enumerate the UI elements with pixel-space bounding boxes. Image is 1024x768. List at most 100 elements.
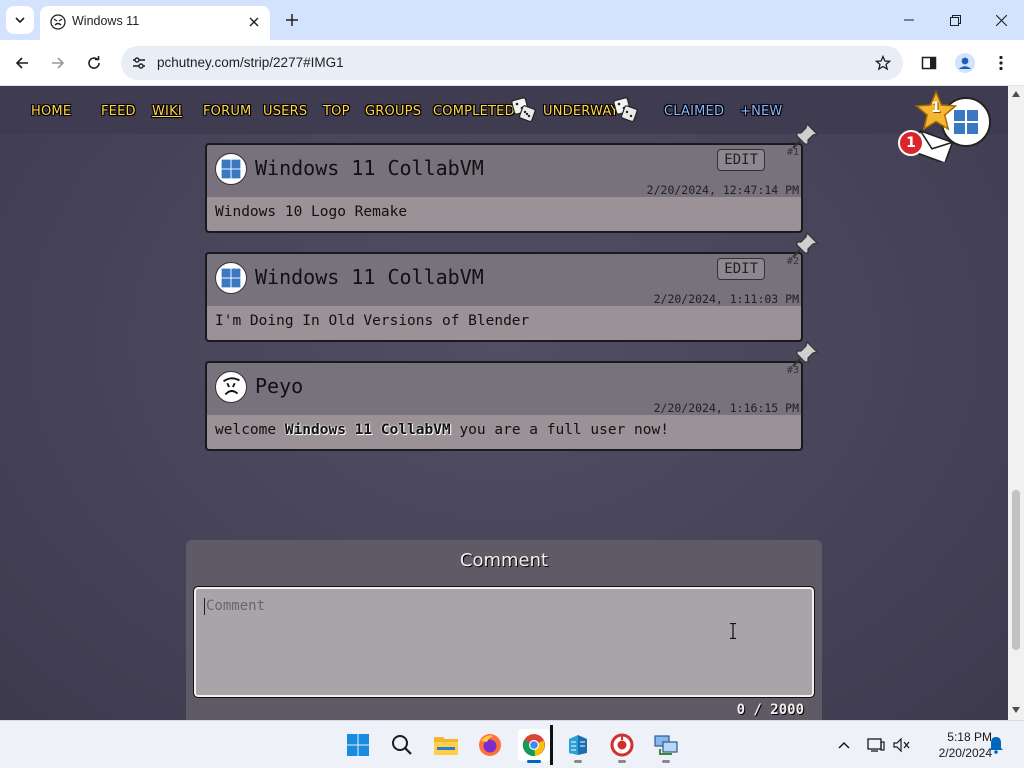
user-mention-link[interactable]: Windows 11 CollabVM	[285, 422, 451, 438]
character-count: 0 / 2000	[736, 702, 804, 718]
firefox-icon	[479, 734, 501, 756]
dice-icon	[511, 97, 536, 122]
taskbar-clock[interactable]: 5:18 PM 2/20/2024	[918, 729, 992, 761]
taskbar-firefox[interactable]	[474, 729, 506, 761]
clock-time: 5:18 PM	[947, 730, 992, 744]
restore-icon	[949, 14, 961, 26]
minimize-button[interactable]	[886, 0, 932, 40]
address-bar[interactable]: pchutney.com/strip/2277#IMG1	[121, 46, 903, 80]
comment-card: Windows 11 CollabVM EDIT #2 2/20/2024, 1…	[205, 252, 803, 342]
windows-logo-icon	[221, 159, 241, 179]
nav-underway[interactable]: UNDERWAY	[543, 104, 619, 119]
scrollbar-thumb[interactable]	[1012, 490, 1020, 650]
comment-card: Peyo #3 2/20/2024, 1:16:15 PM welcome Wi…	[205, 361, 803, 451]
comment-author[interactable]: Windows 11 CollabVM	[255, 156, 484, 180]
pin-icon[interactable]	[790, 121, 820, 151]
side-panel-button[interactable]	[915, 49, 943, 77]
site-favicon-icon	[50, 14, 66, 30]
tune-icon	[133, 57, 145, 69]
nav-claimed[interactable]: CLAIMED	[664, 104, 724, 119]
nav-top[interactable]: TOP	[323, 104, 350, 119]
plus-icon	[286, 14, 298, 26]
star-outline-icon	[875, 55, 891, 71]
forward-button[interactable]	[44, 49, 72, 77]
scroll-up-button[interactable]	[1012, 90, 1020, 98]
taskbar-app-blue[interactable]	[562, 729, 594, 763]
comment-body: Windows 10 Logo Remake	[207, 197, 801, 231]
back-button[interactable]	[8, 49, 36, 77]
search-icon	[392, 735, 412, 755]
tab-search-button[interactable]	[6, 6, 34, 34]
taskbar-app-red[interactable]	[606, 729, 638, 763]
user-badge-cluster[interactable]: 1 1	[896, 90, 996, 170]
nav-forum[interactable]: FORUM	[203, 104, 251, 119]
nav-users[interactable]: USERS	[263, 104, 307, 119]
browser-toolbar: pchutney.com/strip/2277#IMG1	[0, 40, 1024, 86]
author-avatar[interactable]	[215, 371, 247, 403]
profile-button[interactable]	[951, 49, 979, 77]
nav-completed[interactable]: COMPLETED	[433, 104, 515, 119]
notification-count: 1	[906, 135, 916, 151]
chevron-down-icon	[15, 17, 25, 24]
scroll-down-button[interactable]	[1012, 706, 1020, 714]
close-icon	[249, 17, 259, 27]
comment-author[interactable]: Peyo	[255, 374, 303, 398]
comment-author[interactable]: Windows 11 CollabVM	[255, 265, 484, 289]
bookmark-button[interactable]	[873, 53, 893, 73]
show-hidden-icons-button[interactable]	[834, 735, 854, 755]
tray-display-button[interactable]	[866, 735, 886, 755]
red-circle-app-icon	[610, 733, 634, 757]
taskbar-app-network[interactable]	[650, 729, 682, 763]
speaker-muted-icon	[893, 737, 910, 753]
comment-timestamp: 2/20/2024, 1:11:03 PM	[653, 292, 799, 306]
comment-body-suffix: you are a full user now!	[450, 422, 669, 438]
peyo-avatar-icon	[222, 377, 240, 396]
edit-button[interactable]: EDIT	[717, 258, 765, 280]
taskbar-chrome[interactable]	[518, 729, 550, 763]
nav-home[interactable]: HOME	[31, 104, 71, 119]
author-avatar[interactable]	[215, 262, 247, 294]
browser-tab-strip: Windows 11	[0, 0, 1024, 40]
nav-wiki[interactable]: WIKI	[152, 104, 182, 119]
running-indicator	[618, 760, 626, 763]
notification-center-button[interactable]	[986, 735, 1006, 755]
taskbar-search-button[interactable]	[386, 729, 418, 761]
close-window-button[interactable]	[978, 0, 1024, 40]
comment-input[interactable]: Comment	[193, 586, 815, 698]
comment-header: Windows 11 CollabVM EDIT #2 2/20/2024, 1…	[207, 254, 801, 306]
pin-icon[interactable]	[790, 339, 820, 369]
windows-logo-icon	[221, 268, 241, 288]
nav-new[interactable]: +NEW	[740, 104, 783, 119]
reload-button[interactable]	[80, 49, 108, 77]
site-info-button[interactable]	[129, 53, 149, 73]
site-nav-bar: HOME FEED WIKI FORUM USERS TOP GROUPS CO…	[0, 86, 1008, 134]
pin-icon[interactable]	[790, 230, 820, 260]
text-caret	[204, 598, 205, 615]
active-indicator	[527, 760, 541, 763]
more-vertical-icon	[999, 55, 1003, 71]
comment-card: Windows 11 CollabVM EDIT #1 2/20/2024, 1…	[205, 143, 803, 233]
building-app-icon	[569, 735, 587, 755]
browser-menu-button[interactable]	[987, 49, 1015, 77]
text-cursor-icon	[730, 623, 736, 639]
start-button[interactable]	[342, 729, 374, 761]
page-scrollbar[interactable]	[1008, 86, 1024, 720]
profile-avatar-icon	[955, 53, 975, 73]
comment-header: Peyo #3 2/20/2024, 1:16:15 PM	[207, 363, 801, 415]
minimize-icon	[904, 19, 914, 21]
tray-volume-button[interactable]	[892, 735, 912, 755]
windows-start-icon	[347, 734, 369, 756]
author-avatar[interactable]	[215, 153, 247, 185]
new-tab-button[interactable]	[280, 8, 304, 32]
browser-tab[interactable]: Windows 11	[40, 6, 270, 40]
restore-button[interactable]	[932, 0, 978, 40]
tab-close-button[interactable]	[244, 12, 264, 32]
arrow-right-icon	[52, 57, 65, 69]
comment-body-prefix: welcome	[215, 422, 285, 438]
nav-feed[interactable]: FEED	[101, 104, 136, 119]
nav-groups[interactable]: GROUPS	[365, 104, 421, 119]
comment-timestamp: 2/20/2024, 12:47:14 PM	[646, 183, 799, 197]
edit-button[interactable]: EDIT	[717, 149, 765, 171]
side-panel-icon	[921, 56, 937, 70]
taskbar-file-explorer[interactable]	[430, 729, 462, 761]
